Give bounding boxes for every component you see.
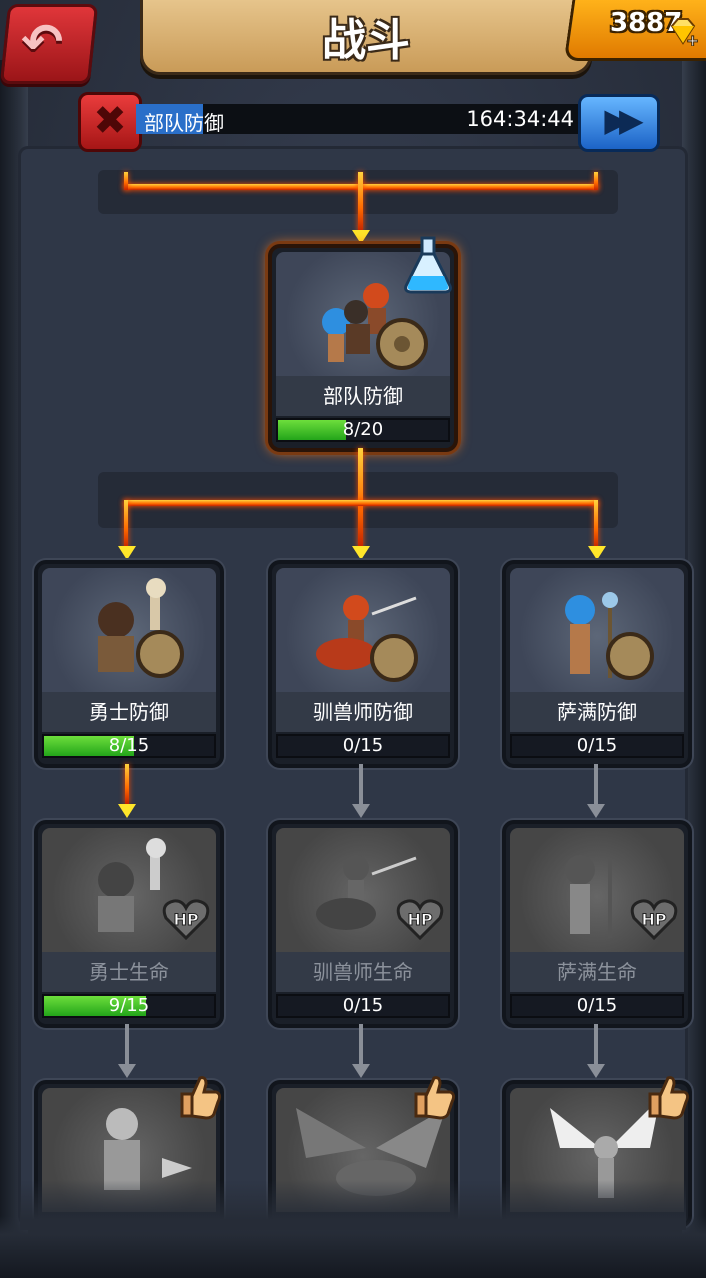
- arrow-down-icon: [352, 804, 370, 818]
- tech-card-progress-text: 8/20: [342, 419, 384, 440]
- research-name: 部队防御: [144, 111, 224, 135]
- arrow-down-icon: [118, 546, 136, 560]
- research-time-left: 164:34:44: [466, 107, 574, 131]
- lava-connector-mid: [124, 500, 598, 506]
- locked-connector: [125, 1024, 129, 1066]
- tech-card-tamer-defense[interactable]: 驯兽师防御 0/15: [268, 560, 458, 768]
- tech-card-warrior-defense[interactable]: 勇士防御 8/15: [34, 560, 224, 768]
- tech-card-progress-text: 8/15: [108, 735, 150, 756]
- shaman-portrait: [510, 568, 684, 692]
- gem-icon: +: [670, 18, 698, 46]
- hp-heart-icon: HP: [396, 899, 444, 940]
- tech-card-progress: 9/15: [42, 994, 216, 1018]
- game-screen: ↶ 战斗 3887 + ✖ 部队防御 164:34:44 ▶▶ 部队防御 8/2…: [0, 0, 706, 1278]
- tech-card-progress: 0/15: [510, 734, 684, 758]
- tech-card-progress: 0/15: [510, 994, 684, 1018]
- lava-connector-root: [358, 172, 363, 232]
- speed-up-button[interactable]: ▶▶: [578, 94, 660, 152]
- lava-connector-left: [124, 500, 128, 548]
- tech-card-shaman-life[interactable]: HP 萨满生命 0/15: [502, 820, 692, 1028]
- tech-card-progress-text: 0/15: [342, 735, 384, 756]
- tech-card-tamer-life[interactable]: HP 驯兽师生命 0/15: [268, 820, 458, 1028]
- tech-card-progress: 8/15: [42, 734, 216, 758]
- lava-connector-top-left: [124, 172, 128, 190]
- potion-icon: [404, 236, 452, 294]
- back-arrow-icon: ↶: [21, 13, 64, 71]
- rock-frame-bottom: [0, 1216, 706, 1278]
- tech-card-label: 驯兽师生命: [276, 952, 450, 992]
- arrow-down-icon: [352, 546, 370, 560]
- tech-card-label: 萨满防御: [510, 692, 684, 732]
- thumbs-up-icon: [180, 1076, 222, 1120]
- arrow-down-icon: [587, 804, 605, 818]
- title-banner: 战斗: [140, 0, 592, 75]
- arrow-down-icon: [352, 230, 370, 244]
- back-button[interactable]: ↶: [0, 4, 99, 84]
- locked-connector: [594, 1024, 598, 1066]
- tech-card-label: 勇士生命: [42, 952, 216, 992]
- arrow-down-icon: [587, 1064, 605, 1078]
- tech-card-progress: 0/15: [276, 994, 450, 1018]
- svg-text:+: +: [686, 31, 698, 46]
- tech-card-progress: 8/20: [276, 418, 450, 442]
- tech-card-shaman-defense[interactable]: 萨满防御 0/15: [502, 560, 692, 768]
- arrow-down-icon: [352, 1064, 370, 1078]
- lava-connector-warrior: [125, 764, 129, 804]
- locked-connector: [594, 764, 598, 806]
- tech-card-label: 萨满生命: [510, 952, 684, 992]
- close-icon: ✖: [93, 98, 127, 144]
- tech-card-progress-text: 0/15: [342, 995, 384, 1016]
- lava-connector-root-down: [358, 448, 363, 548]
- fast-forward-icon: ▶▶: [604, 101, 643, 139]
- tech-card-warrior-life[interactable]: HP 勇士生命 9/15: [34, 820, 224, 1028]
- tech-card-label: 驯兽师防御: [276, 692, 450, 732]
- lava-connector-right: [594, 500, 598, 548]
- tech-card-label: 部队防御: [276, 376, 450, 416]
- warrior-portrait: [42, 568, 216, 692]
- hp-heart-icon: HP: [630, 899, 678, 940]
- tech-card-label: 勇士防御: [42, 692, 216, 732]
- tech-card-progress-text: 0/15: [576, 735, 618, 756]
- tech-card-progress-text: 9/15: [108, 995, 150, 1016]
- page-title: 战斗: [322, 15, 410, 66]
- tech-card-progress: 0/15: [276, 734, 450, 758]
- locked-connector: [359, 764, 363, 806]
- lava-connector-top-right: [594, 172, 598, 190]
- svg-text:HP: HP: [641, 910, 666, 929]
- arrow-down-icon: [118, 804, 136, 818]
- research-progress-bar: 部队防御 164:34:44: [136, 104, 580, 135]
- svg-text:HP: HP: [407, 910, 432, 929]
- arrow-down-icon: [118, 1064, 136, 1078]
- tech-card-progress-text: 0/15: [576, 995, 618, 1016]
- thumbs-up-icon: [648, 1076, 690, 1120]
- cancel-research-button[interactable]: ✖: [78, 92, 142, 152]
- beast-tamer-portrait: [276, 568, 450, 692]
- svg-text:HP: HP: [173, 910, 198, 929]
- thumbs-up-icon: [414, 1076, 456, 1120]
- hp-heart-icon: HP: [162, 899, 210, 940]
- arrow-down-icon: [588, 546, 606, 560]
- locked-connector: [359, 1024, 363, 1066]
